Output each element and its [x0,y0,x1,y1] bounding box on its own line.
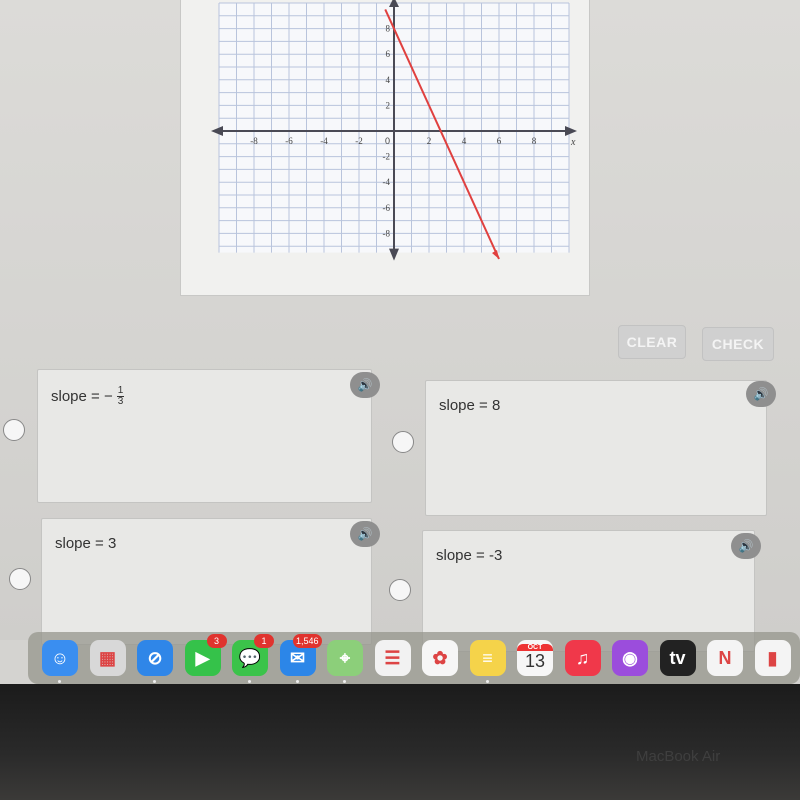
dock-glyph: tv [669,647,686,668]
laptop-bezel: MacBook Air [0,684,800,800]
choice-radio-1[interactable] [3,419,25,441]
notification-badge: 1 [254,634,274,648]
calendar-icon[interactable]: OCT 13 [517,640,553,676]
choice-label-3: slope = 3 [55,535,117,552]
running-indicator [485,680,489,683]
choice-text: slope = − [51,388,113,405]
running-indicator [248,680,251,683]
y-tick-label: -2 [383,152,391,162]
facetime-icon[interactable]: ▶ 3 [184,634,227,676]
dock-glyph: ✉ [289,647,306,668]
dock-glyph: ♫ [575,647,590,668]
dock-glyph: ☰ [384,647,401,668]
running-indicator [295,680,299,683]
origin-label: 0 [385,136,390,146]
finder-icon[interactable]: ☺ [42,640,78,676]
bezel-label: MacBook Air [636,748,721,765]
launchpad-icon[interactable]: ▦ [89,640,126,676]
speaker-icon[interactable]: 🔊 [746,381,776,407]
x-tick-label: -6 [285,136,293,146]
notes-icon[interactable]: ≡ [469,640,506,676]
maps-icon[interactable]: ⌖ [327,640,363,676]
x-tick-label: 2 [427,136,432,146]
dock-glyph: N [718,647,732,668]
choice-label-2: slope = 8 [439,397,501,414]
notification-badge: 1,546 [292,634,322,648]
y-tick-label: -4 [383,177,391,187]
tv-icon[interactable]: tv [659,640,696,676]
y-tick-label: 2 [386,100,391,110]
photos-icon[interactable]: ✿ [422,640,458,676]
y-tick-label: -8 [383,228,391,238]
dock-glyph: ≡ [482,647,493,668]
y-axis-arrow-down [389,248,399,261]
x-tick-label: 6 [497,136,502,146]
graph-panel: -8 -6 -4 -2 2 4 6 8 8 6 4 2 -2 -4 -6 -8 0 x [180,0,590,296]
dock-glyph: ☺ [50,647,70,668]
choice-card-2[interactable]: slope = 8 🔊 [425,380,776,516]
speaker-icon[interactable]: 🔊 [731,533,761,559]
music-icon[interactable]: ♫ [564,640,601,676]
choice-card-3[interactable]: slope = 3 🔊 [41,518,380,645]
calendar-month: OCT [517,644,553,651]
dock-glyph: ▦ [98,647,116,668]
calendar-day: 13 [524,651,546,671]
choice-card-1[interactable]: slope = − 13 🔊 [37,369,380,503]
x-tick-label: 4 [462,136,467,146]
x-axis-arrow-right [565,126,577,136]
clear-button[interactable]: CLEAR [618,325,686,359]
podcasts-icon[interactable]: ◉ [612,640,648,676]
news-icon[interactable]: N [707,640,743,676]
dock-glyph: ⊘ [147,647,163,668]
x-axis-label: x [570,137,576,148]
dock-glyph: ⌖ [339,647,351,668]
dock-glyph: ✿ [432,647,448,668]
coordinate-graph: -8 -6 -4 -2 2 4 6 8 8 6 4 2 -2 -4 -6 -8 0 x [211,0,577,261]
x-axis-arrow-left [211,126,223,136]
dock-glyph: ◉ [622,647,638,668]
x-tick-label: 8 [532,136,537,146]
notification-badge: 3 [206,634,227,648]
y-tick-label: 6 [386,49,391,59]
speaker-icon[interactable]: 🔊 [350,372,380,398]
messages-icon[interactable]: 💬 1 [232,634,274,676]
y-tick-label: 8 [386,24,391,34]
x-tick-label: -2 [355,136,363,146]
dock-glyph: 💬 [238,647,262,668]
running-indicator [343,680,346,683]
choice-radio-4[interactable] [389,579,411,601]
dock-glyph: ▮ [767,647,778,668]
y-tick-label: -6 [383,203,391,213]
numbers-icon[interactable]: ▮ [754,640,791,676]
reminders-icon[interactable]: ☰ [374,640,411,676]
speaker-icon[interactable]: 🔊 [350,521,380,547]
screen: -8 -6 -4 -2 2 4 6 8 8 6 4 2 -2 -4 -6 -8 0 x CLEAR CHECK s… [0,0,800,652]
running-indicator [153,680,156,683]
x-tick-label: -4 [320,136,328,146]
choice-radio-3[interactable] [9,568,31,590]
fraction: 13 [116,386,125,407]
safari-icon[interactable]: ⊘ [137,640,173,676]
y-tick-label: 4 [386,75,391,85]
mail-icon[interactable]: ✉ 1,546 [279,634,322,676]
choice-label-4: slope = -3 [436,547,503,564]
dock: ☺ ▦ ⊘ ▶ 3 💬 1 ✉ 1,546 ⌖ ☰ ✿ ≡ OCT 13 ♫ ◉ tv N ▮ [28,632,800,684]
denominator: 3 [117,396,124,407]
choice-radio-2[interactable] [392,431,414,453]
choice-label-1: slope = − 13 [51,386,125,407]
check-button[interactable]: CHECK [702,327,774,361]
x-tick-label: -8 [250,136,258,146]
running-indicator [58,680,61,683]
dock-glyph: ▶ [195,647,210,668]
